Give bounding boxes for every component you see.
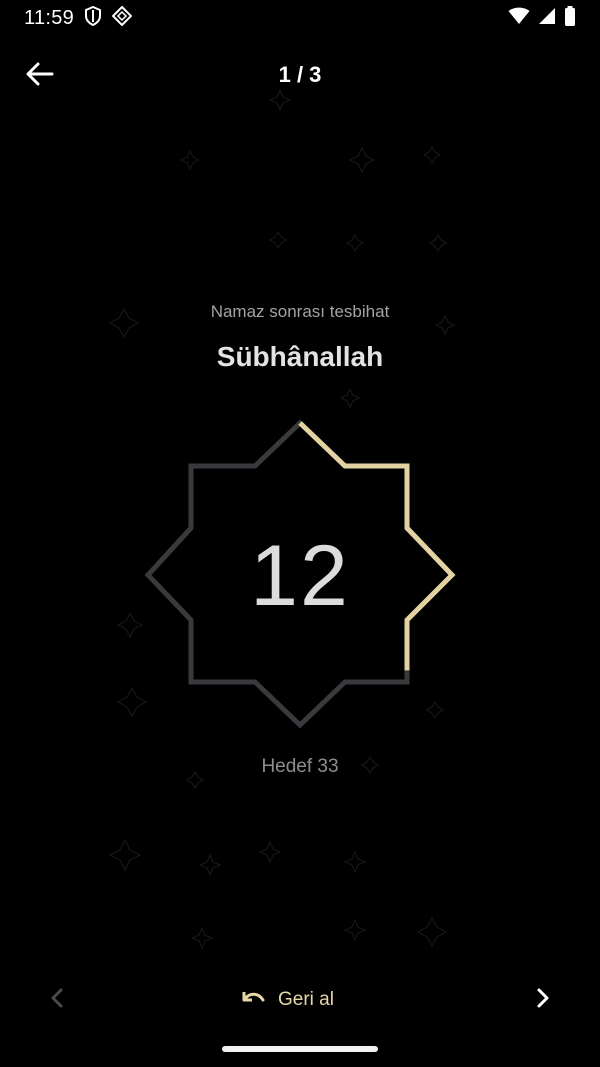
chevron-left-icon (49, 987, 65, 1014)
next-button[interactable] (526, 983, 560, 1017)
target-label: Hedef 33 (261, 756, 339, 777)
previous-button[interactable] (40, 983, 74, 1017)
home-indicator[interactable] (222, 1046, 378, 1052)
dhikr-subtitle: Namaz sonrası tesbihat (210, 302, 390, 321)
status-time: 11:59 (24, 6, 75, 29)
dhikr-title: Sübhânallah (216, 341, 384, 372)
shield-icon (84, 5, 102, 31)
undo-button[interactable]: Geri al (240, 981, 334, 1019)
tasbih-screen: 11:59 1 / 3 Namaz sonrası tesbihat Sübhâ… (0, 0, 600, 1067)
signal-icon (538, 7, 556, 30)
status-system-icons (508, 5, 576, 31)
chevron-right-icon (535, 987, 551, 1014)
undo-label: Geri al (278, 989, 334, 1010)
status-bar: 11:59 (0, 0, 600, 36)
undo-icon (240, 988, 266, 1013)
page-indicator: 1 / 3 (278, 62, 322, 87)
top-app-bar: 1 / 3 (0, 52, 600, 100)
battery-icon (564, 5, 576, 31)
app-notification-icon (111, 5, 133, 31)
bottom-controls: Geri al (0, 975, 600, 1025)
counter-tap-area[interactable]: 12 (140, 415, 460, 735)
status-notification-icons (84, 5, 133, 31)
counter-value: 12 (250, 528, 350, 624)
wifi-icon (508, 7, 530, 30)
